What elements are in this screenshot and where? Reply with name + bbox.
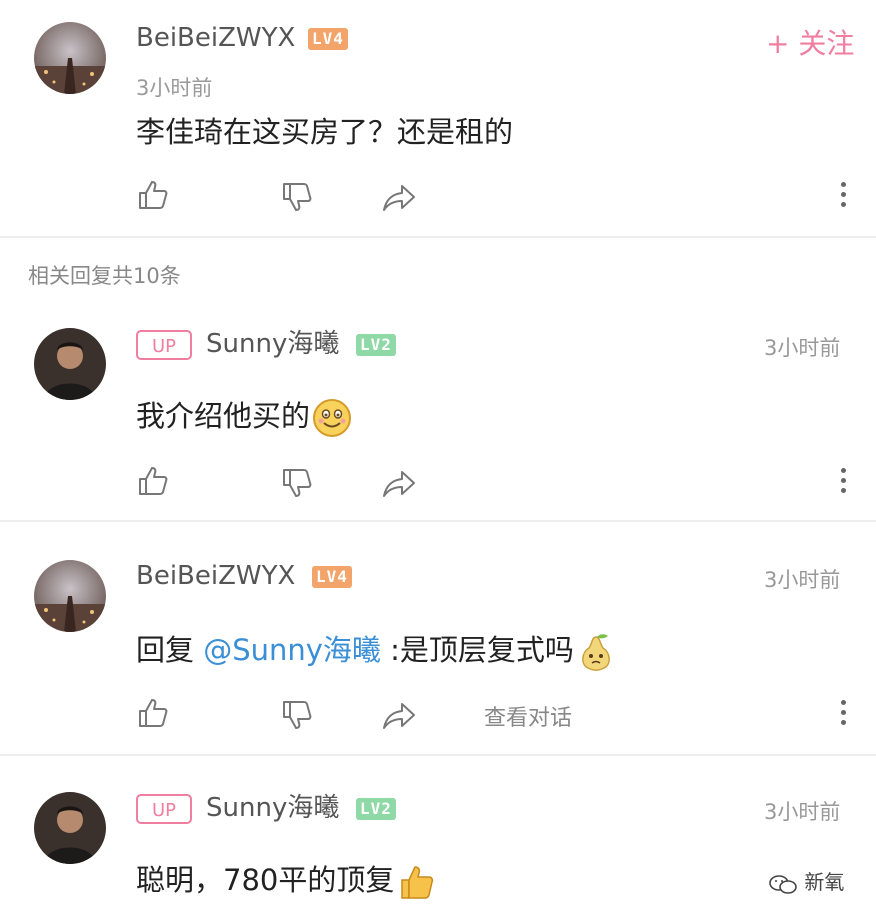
level-badge: LV2 (356, 334, 396, 356)
divider (0, 520, 876, 522)
reply-text: 我介绍他买的 (136, 398, 352, 438)
level-badge: LV2 (356, 798, 396, 820)
divider (0, 754, 876, 756)
reply-text: 聪明，780平的顶复 (136, 862, 436, 902)
like-icon[interactable] (136, 696, 170, 730)
level-badge: LV4 (308, 28, 348, 50)
share-icon[interactable] (382, 698, 416, 732)
share-icon[interactable] (382, 466, 416, 500)
timestamp: 3小时前 (764, 800, 841, 824)
pear-emoji-icon (582, 634, 610, 671)
watermark-text: 新氧 (804, 870, 845, 894)
reply-text-body: 聪明，780平的顶复 (136, 863, 395, 897)
reply-text-body: 我介绍他买的 (136, 399, 311, 433)
up-badge: UP (136, 330, 192, 360)
smile-emoji-icon (313, 399, 352, 437)
replies-count-header: 相关回复共10条 (28, 264, 181, 288)
dislike-icon[interactable] (280, 180, 314, 214)
more-options-icon[interactable] (838, 468, 848, 498)
dislike-icon[interactable] (280, 698, 314, 732)
timestamp: 3小时前 (136, 76, 213, 100)
avatar[interactable] (34, 792, 106, 864)
avatar[interactable] (34, 22, 106, 94)
timestamp: 3小时前 (764, 568, 841, 592)
view-conversation-link[interactable]: 查看对话 (484, 700, 572, 732)
username[interactable]: Sunny海曦 (206, 328, 339, 360)
mention-link[interactable]: @Sunny海曦 (203, 633, 381, 667)
more-options-icon[interactable] (838, 182, 848, 212)
like-icon[interactable] (136, 464, 170, 498)
avatar-person-image (34, 792, 106, 864)
username[interactable]: Sunny海曦 (206, 792, 339, 824)
watermark: 新氧 (768, 866, 844, 895)
reply-text: 回复 @Sunny海曦 :是顶层复式吗 (136, 632, 616, 672)
share-icon[interactable] (382, 180, 416, 214)
avatar[interactable] (34, 328, 106, 400)
reply-prefix: 回复 (136, 633, 204, 667)
avatar-city-image (34, 560, 106, 632)
more-options-icon[interactable] (838, 700, 848, 730)
follow-button[interactable]: + 关注 (766, 22, 854, 62)
up-badge: UP (136, 794, 192, 824)
divider (0, 236, 876, 238)
avatar-city-image (34, 22, 106, 94)
reply-text-body: :是顶层复式吗 (380, 633, 574, 667)
level-badge: LV4 (312, 566, 352, 588)
wechat-icon (769, 874, 797, 894)
comment-page: BeiBeiZWYX LV4 + 关注 3小时前 李佳琦在这买房了？还是租的 相… (0, 0, 876, 916)
timestamp: 3小时前 (764, 336, 841, 360)
avatar[interactable] (34, 560, 106, 632)
like-icon[interactable] (136, 178, 170, 212)
username[interactable]: BeiBeiZWYX (136, 560, 295, 592)
username[interactable]: BeiBeiZWYX (136, 22, 295, 54)
thumbs-up-emoji-icon (401, 866, 434, 899)
comment-text: 李佳琦在这买房了？还是租的 (136, 115, 514, 149)
avatar-person-image (34, 328, 106, 400)
dislike-icon[interactable] (280, 466, 314, 500)
